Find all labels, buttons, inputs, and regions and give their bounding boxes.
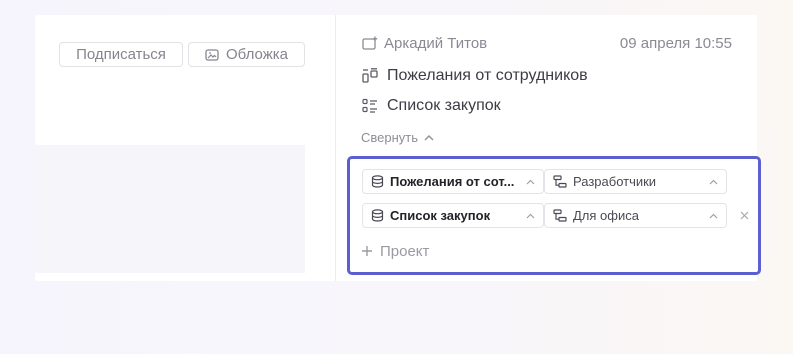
subscribe-label: Подписаться xyxy=(76,46,166,63)
project-select[interactable]: Список закупок xyxy=(362,203,544,228)
author-name[interactable]: Аркадий Титов xyxy=(384,35,487,52)
plus-icon xyxy=(361,245,373,257)
close-icon xyxy=(740,211,749,220)
remove-row-button[interactable] xyxy=(738,209,750,221)
cover-button[interactable]: Обложка xyxy=(188,42,305,67)
column-divider xyxy=(335,15,336,281)
department-select[interactable]: Разработчики xyxy=(544,169,727,194)
cover-label: Обложка xyxy=(226,46,288,63)
add-project-label: Проект xyxy=(380,242,430,260)
chevron-up-icon xyxy=(526,213,535,219)
department-name: Для офиса xyxy=(573,208,639,223)
chevron-up-icon xyxy=(709,213,718,219)
department-name: Разработчики xyxy=(573,174,657,189)
post-meta: Аркадий Титов 09 апреля 10:55 xyxy=(362,33,732,53)
project-name: Пожелания от сот... xyxy=(390,174,515,189)
subscribe-button[interactable]: Подписаться xyxy=(59,42,183,67)
cover-placeholder xyxy=(35,145,305,273)
database-icon xyxy=(371,175,384,188)
database-icon xyxy=(371,209,384,222)
chevron-up-icon xyxy=(709,179,718,185)
org-structure-icon xyxy=(553,209,567,222)
add-project-button[interactable]: Проект xyxy=(361,242,429,260)
project-select[interactable]: Пожелания от сот... xyxy=(362,169,544,194)
list-item-purchases[interactable]: Список закупок xyxy=(362,96,501,116)
chevron-up-icon xyxy=(526,179,535,185)
author-icon xyxy=(362,36,378,50)
checklist-icon xyxy=(362,98,379,114)
list-item-label: Список закупок xyxy=(387,97,501,114)
collapse-toggle[interactable]: Свернуть xyxy=(361,130,434,145)
org-structure-icon xyxy=(553,175,567,188)
department-select[interactable]: Для офиса xyxy=(544,203,727,228)
post-date: 09 апреля 10:55 xyxy=(619,34,732,52)
project-name: Список закупок xyxy=(390,208,491,223)
form-fields-icon xyxy=(362,68,379,84)
list-item-label: Пожелания от сотрудников xyxy=(387,67,588,84)
image-icon xyxy=(205,48,219,61)
list-item-wishes[interactable]: Пожелания от сотрудников xyxy=(362,66,588,86)
chevron-up-icon xyxy=(424,134,434,141)
collapse-label: Свернуть xyxy=(361,130,419,145)
